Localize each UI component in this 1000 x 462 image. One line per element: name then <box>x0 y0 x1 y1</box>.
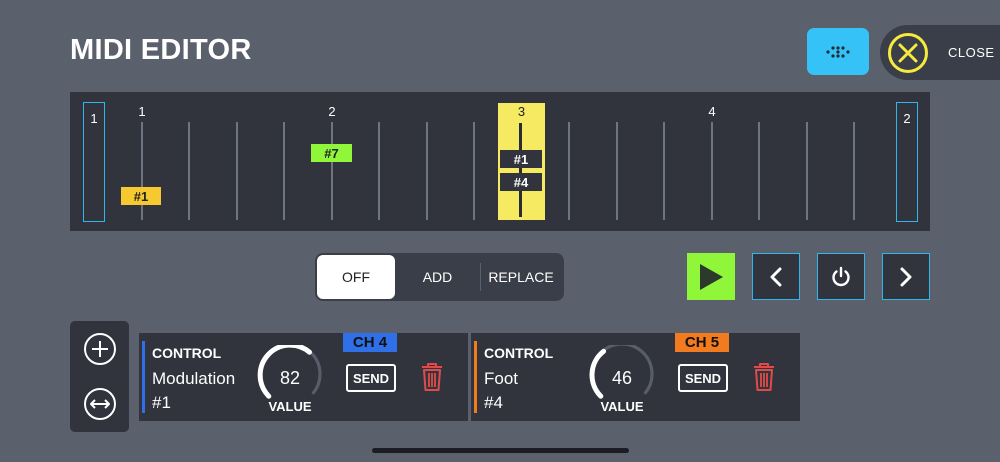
knob-label: VALUE <box>268 399 312 414</box>
beat-gridline <box>806 122 808 220</box>
mode-off[interactable]: OFF <box>317 255 395 299</box>
beat-gridline <box>188 122 190 220</box>
loop-end-marker[interactable]: 2 <box>896 102 918 222</box>
mode-replace[interactable]: REPLACE <box>481 255 561 299</box>
power-icon <box>832 266 850 286</box>
chevron-right-icon <box>900 267 912 286</box>
beat-gridline <box>711 122 713 220</box>
beat-label: 4 <box>708 104 716 119</box>
beat-gridline <box>758 122 760 220</box>
beat-gridline <box>616 122 618 220</box>
reset-button[interactable] <box>817 253 865 300</box>
next-button[interactable] <box>882 253 930 300</box>
grid-view-button[interactable] <box>807 28 869 75</box>
send-button[interactable]: SEND <box>678 364 728 392</box>
knob-value: 46 <box>611 368 633 388</box>
control-card[interactable]: CONTROL Foot #4 46 VALUE CH 5 SEND <box>471 333 800 421</box>
beat-gridline <box>378 122 380 220</box>
event-marker[interactable]: #7 <box>311 144 352 162</box>
mode-selector[interactable]: OFF ADD REPLACE <box>315 253 564 301</box>
close-label: CLOSE <box>948 45 995 60</box>
beat-gridline <box>853 122 855 220</box>
control-ref: #4 <box>484 393 503 412</box>
beat-gridline <box>141 122 143 220</box>
play-icon <box>700 263 723 290</box>
card-accent <box>474 341 477 413</box>
previous-button[interactable] <box>752 253 800 300</box>
beat-gridline <box>473 122 475 220</box>
home-indicator <box>372 448 629 453</box>
loop-start-marker[interactable]: 1 <box>83 102 105 222</box>
add-circle-icon[interactable] <box>83 332 117 366</box>
close-button[interactable]: CLOSE <box>880 25 1000 80</box>
card-accent <box>142 341 145 413</box>
channel-badge: CH 5 <box>675 333 729 352</box>
close-icon <box>888 32 928 73</box>
control-ref: #1 <box>152 393 171 412</box>
chevron-left-icon <box>770 267 782 286</box>
send-button[interactable]: SEND <box>346 364 396 392</box>
event-marker[interactable]: #1 <box>121 187 161 205</box>
trash-icon[interactable] <box>752 362 776 392</box>
beat-gridline <box>663 122 665 220</box>
trash-icon[interactable] <box>420 362 444 392</box>
play-button[interactable] <box>687 253 735 300</box>
beat-gridline <box>236 122 238 220</box>
playhead-line <box>519 123 522 217</box>
playhead-label: 3 <box>517 104 526 119</box>
control-name: Modulation <box>152 369 236 388</box>
swap-horizontal-icon[interactable] <box>83 387 117 421</box>
channel-badge: CH 4 <box>343 333 397 352</box>
control-type: CONTROL <box>152 345 222 361</box>
page-title: MIDI EDITOR <box>70 34 252 66</box>
beat-gridline <box>283 122 285 220</box>
beat-label: 1 <box>138 104 146 119</box>
beat-label: 2 <box>328 104 336 119</box>
mode-add[interactable]: ADD <box>395 255 480 299</box>
beat-gridline <box>568 122 570 220</box>
knob-label: VALUE <box>600 399 644 414</box>
playhead-event[interactable]: #4 <box>500 173 542 191</box>
playhead-event[interactable]: #1 <box>500 150 542 168</box>
side-panel <box>70 321 129 432</box>
timeline[interactable]: 1 2 1 2 4 3 #1 #4 #1 #7 <box>70 92 930 231</box>
playhead[interactable]: 3 #1 #4 <box>498 103 545 220</box>
control-name: Foot <box>484 369 519 388</box>
beat-gridline <box>426 122 428 220</box>
dots-grid-icon <box>826 45 850 58</box>
knob-value: 82 <box>279 368 301 388</box>
control-card[interactable]: CONTROL Modulation #1 82 VALUE CH 4 SEND <box>139 333 468 421</box>
control-type: CONTROL <box>484 345 554 361</box>
beat-gridline <box>331 122 333 220</box>
